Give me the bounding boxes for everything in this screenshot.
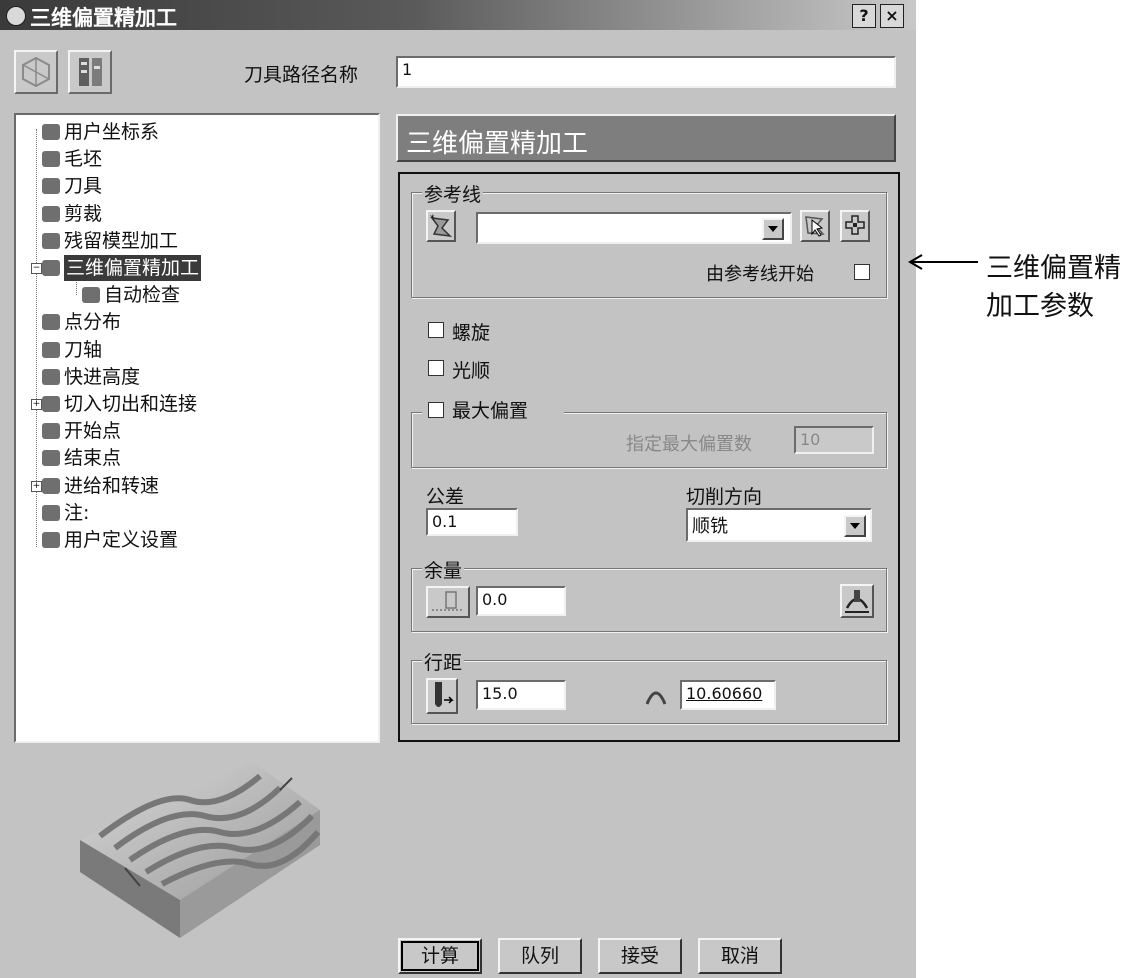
auto-check-icon xyxy=(82,287,100,304)
allowance-group-label: 余量 xyxy=(422,556,465,583)
tree-item-label: 用户定义设置 xyxy=(64,529,179,551)
allowance-type-button[interactable] xyxy=(426,586,470,618)
title-bar: 三维偏置精加工 ? × xyxy=(0,0,916,30)
tree-item-label: 点分布 xyxy=(64,311,122,334)
pick-reference-button[interactable] xyxy=(800,210,830,242)
form-icon-button[interactable] xyxy=(14,50,58,94)
block-icon xyxy=(42,151,60,168)
thickness-icon xyxy=(432,591,464,611)
annotation-arrow xyxy=(908,254,978,270)
cusp-height-input[interactable]: 10.60660 xyxy=(680,680,776,710)
reference-edit-icon xyxy=(845,215,865,235)
close-button[interactable]: × xyxy=(880,4,904,28)
strategy-form-icon xyxy=(22,56,50,88)
pick-cursor-icon xyxy=(805,216,825,237)
smoothing-checkbox[interactable] xyxy=(428,360,444,376)
cusp-height-icon xyxy=(645,691,667,705)
chevron-down-icon[interactable] xyxy=(762,218,784,240)
tree-item-label: 开始点 xyxy=(64,420,122,443)
tool-icon xyxy=(42,178,60,195)
smoothing-label: 光顺 xyxy=(452,360,491,382)
max-offset-count-label: 指定最大偏置数 xyxy=(626,434,752,455)
stepover-group-label: 行距 xyxy=(422,648,465,675)
stepover-cusp-button[interactable] xyxy=(426,678,458,714)
tree-item-label: 三维偏置精加工 xyxy=(64,255,202,281)
notes-icon xyxy=(42,504,60,521)
expand-icon[interactable]: + xyxy=(31,480,42,492)
max-offset-label: 最大偏置 xyxy=(452,400,529,422)
max-offset-checkbox[interactable] xyxy=(428,402,444,418)
toolpath-name-input[interactable]: 1 xyxy=(396,56,896,88)
stepover-tool-icon xyxy=(435,682,454,707)
parameter-area: 参考线 * 由参考线开始 螺旋 光顺 最大偏置 指定最大偏置数 10 公差 0.… xyxy=(398,172,900,742)
tree-item-label: 毛坯 xyxy=(64,148,103,171)
help-button[interactable]: ? xyxy=(852,4,876,28)
tree-item-label: 注: xyxy=(64,501,90,524)
new-reference-button[interactable]: * xyxy=(426,210,456,242)
tree-item-label: 残留模型加工 xyxy=(64,229,179,252)
svg-text:*: * xyxy=(430,214,435,224)
tree-item-label: 结束点 xyxy=(64,447,122,470)
user-settings-icon xyxy=(42,532,60,548)
window-title: 三维偏置精加工 xyxy=(30,6,177,30)
cut-direction-label: 切削方向 xyxy=(686,486,763,508)
strategy-tree: 用户坐标系毛坯刀具剪裁残留模型加工 − 三维偏置精加工自动检查点分布刀轴快进高度 + 切… xyxy=(14,113,380,743)
queue-button[interactable]: 队列 xyxy=(498,938,582,974)
tree-item-label: 剪裁 xyxy=(64,202,103,225)
tree-item-label: 刀轴 xyxy=(64,338,103,361)
parameter-page-header: 三维偏置精加工 xyxy=(396,114,896,162)
ucs-icon xyxy=(42,124,60,140)
point-distribution-icon xyxy=(42,314,60,331)
toolpath-list-button[interactable] xyxy=(68,50,112,94)
rapid-height-icon xyxy=(42,368,60,385)
start-point-icon xyxy=(42,423,60,440)
reference-group-label: 参考线 xyxy=(422,180,484,207)
annotation-line-2: 加工参数 xyxy=(986,291,1094,322)
dialog-window: 三维偏置精加工 ? × 刀具路径名称 1 用户坐标系毛坯刀具剪裁残留模型加工 − 三… xyxy=(0,0,916,978)
calculate-button[interactable]: 计算 xyxy=(398,938,482,974)
max-offset-count-input[interactable]: 10 xyxy=(794,426,874,454)
component-thickness-button[interactable] xyxy=(840,584,874,618)
start-from-reference-label: 由参考线开始 xyxy=(706,264,814,285)
toolpath-list-icon xyxy=(79,58,102,86)
tree-item-label: 用户坐标系 xyxy=(64,121,160,143)
end-point-icon xyxy=(42,450,60,467)
stepover-input[interactable]: 15.0 xyxy=(476,680,566,710)
toolpath-preview-image xyxy=(80,760,321,938)
tolerance-label: 公差 xyxy=(426,486,465,508)
expand-icon[interactable]: + xyxy=(31,399,42,410)
leads-links-icon xyxy=(42,396,60,412)
reference-group xyxy=(411,192,887,298)
spiral-checkbox[interactable] xyxy=(428,322,444,338)
toolpath-name-label: 刀具路径名称 xyxy=(244,64,359,86)
parameter-page-title: 三维偏置精加工 xyxy=(406,129,589,159)
allowance-input[interactable]: 0.0 xyxy=(476,586,566,616)
trim-icon xyxy=(42,205,60,222)
accept-button[interactable]: 接受 xyxy=(598,938,682,974)
feed-speed-icon xyxy=(42,477,60,494)
tree-item-label: 进给和转速 xyxy=(64,474,160,497)
spiral-label: 螺旋 xyxy=(452,322,491,344)
tree-item-label: 自动检查 xyxy=(104,284,181,307)
rest-model-icon xyxy=(42,232,60,249)
offset-finish-icon xyxy=(42,260,60,276)
reference-curve-icon: * xyxy=(430,214,453,238)
collapse-icon[interactable]: − xyxy=(31,263,42,274)
reference-select[interactable] xyxy=(476,212,792,244)
tolerance-input[interactable]: 0.1 xyxy=(426,508,518,536)
edit-reference-button[interactable] xyxy=(840,210,870,242)
app-icon xyxy=(6,6,26,26)
start-from-reference-checkbox[interactable] xyxy=(854,264,870,280)
tree-item-label: 快进高度 xyxy=(64,365,141,388)
chevron-down-icon[interactable] xyxy=(844,515,866,537)
component-thickness-icon xyxy=(845,590,869,613)
annotation-line-1: 三维偏置精 xyxy=(986,253,1121,284)
cancel-button[interactable]: 取消 xyxy=(698,938,782,974)
tree-item-label: 切入切出和连接 xyxy=(64,393,198,415)
tool-axis-icon xyxy=(42,341,60,358)
tree-item-label: 刀具 xyxy=(64,175,103,198)
